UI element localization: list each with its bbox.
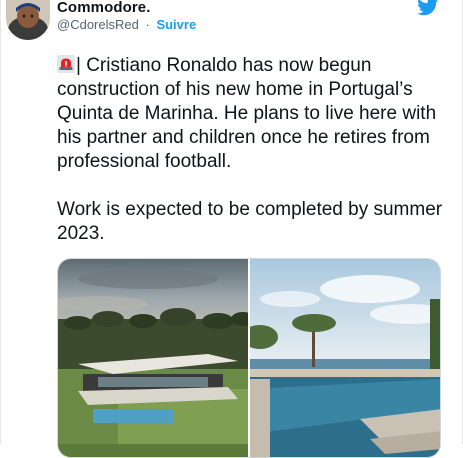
- avatar[interactable]: [6, 0, 50, 40]
- tweet-text-content: | Cristiano Ronaldo has now begun constr…: [57, 55, 443, 244]
- tweet-media[interactable]: [57, 258, 441, 458]
- author-meta: @CdorelsRed · Suivre: [57, 17, 196, 32]
- tweet-card: Commodore. @CdorelsRed · Suivre | Cristi…: [0, 0, 463, 458]
- tweet-text: | Cristiano Ronaldo has now begun constr…: [57, 54, 447, 246]
- media-image-villa-aerial[interactable]: [58, 259, 248, 458]
- tweet-header: Commodore. @CdorelsRed · Suivre: [0, 0, 463, 44]
- rotating-light-siren-icon: [57, 55, 75, 73]
- follow-link[interactable]: Suivre: [156, 17, 196, 32]
- frame-left-border: [0, 0, 1, 444]
- separator-dot: ·: [145, 17, 150, 32]
- author-name[interactable]: Commodore.: [57, 0, 151, 16]
- author-handle[interactable]: @CdorelsRed: [57, 17, 139, 32]
- media-image-pool-view[interactable]: [250, 259, 441, 458]
- twitter-bird-icon[interactable]: [417, 0, 439, 16]
